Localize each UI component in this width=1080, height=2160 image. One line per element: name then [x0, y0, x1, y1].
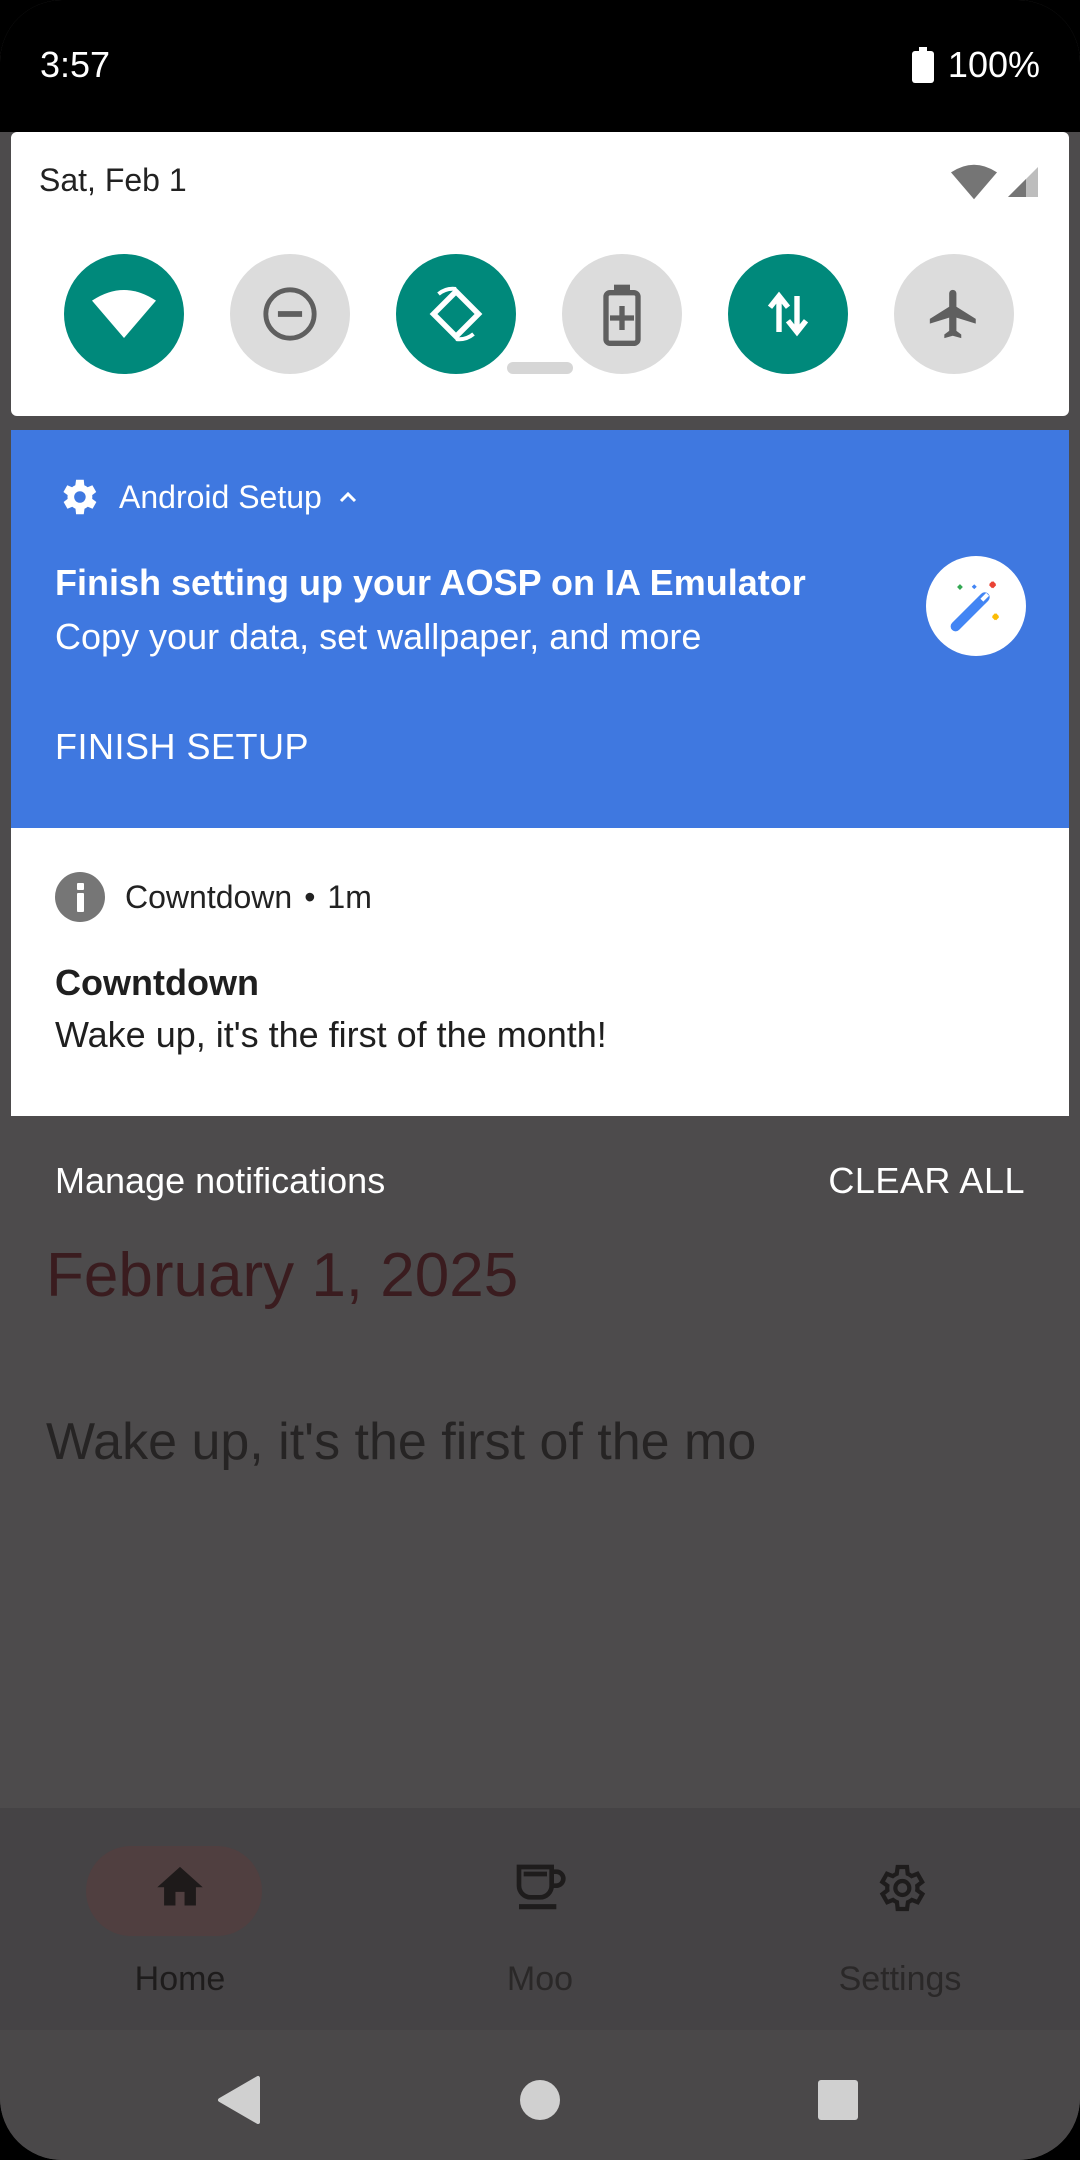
battery-percent: 100%: [947, 44, 1040, 85]
qs-tile-battery-saver[interactable]: [562, 254, 682, 374]
battery-saver-icon: [603, 284, 641, 346]
nav-item-home[interactable]: Home: [0, 1808, 360, 2030]
notification-header: Cowntdown • 1m: [55, 872, 372, 922]
notification-text: Wake up, it's the first of the month!: [55, 1014, 607, 1055]
separator-dot: •: [304, 878, 316, 915]
cell-signal-icon: [1008, 167, 1038, 197]
rotate-icon: [429, 286, 483, 342]
info-icon: [55, 872, 105, 922]
cup-icon: [360, 1860, 720, 1916]
home-button[interactable]: [510, 2070, 570, 2130]
home-icon: [0, 1860, 360, 1910]
notification-header: Android Setup: [55, 474, 360, 520]
notification-app-name: Android Setup: [119, 478, 322, 515]
qs-drag-handle[interactable]: [507, 362, 573, 374]
status-bar: 3:57 100%: [0, 0, 1080, 132]
qs-status-icons: [951, 164, 1041, 200]
airplane-icon: [929, 289, 976, 339]
dnd-icon: [263, 287, 317, 341]
recents-button[interactable]: [808, 2070, 868, 2130]
bottom-navigation: Home Moo Settings: [0, 1808, 1080, 2030]
chevron-up-icon[interactable]: [336, 485, 360, 509]
qs-tile-wifi[interactable]: [64, 254, 184, 374]
clear-all-button[interactable]: CLEAR ALL: [828, 1160, 1025, 1202]
qs-tile-mobile-data[interactable]: [728, 254, 848, 374]
app-message: Wake up, it's the first of the mo: [46, 1413, 757, 1471]
nav-label-moo: Moo: [506, 1960, 574, 1998]
notification-title: Cowntdown: [55, 962, 259, 1003]
wifi-icon: [92, 290, 156, 338]
back-button[interactable]: [210, 2070, 270, 2130]
manage-notifications-button[interactable]: Manage notifications: [55, 1160, 385, 1202]
battery-icon: [911, 47, 934, 83]
notification-android-setup[interactable]: Android Setup Finish setting up your AOS…: [11, 430, 1069, 828]
magic-wand-icon: [926, 556, 1026, 656]
qs-date: Sat, Feb 1: [39, 162, 187, 198]
qs-tile-auto-rotate[interactable]: [396, 254, 516, 374]
gear-icon: [63, 479, 97, 515]
app-date-heading: February 1, 2025: [46, 1241, 519, 1310]
notification-time: 1m: [327, 878, 372, 915]
system-navigation-bar: [0, 2030, 1080, 2160]
gear-icon: [720, 1860, 1080, 1916]
data-transfer-icon: [767, 291, 809, 337]
notification-app-name: Cowntdown: [125, 878, 293, 915]
nav-label-settings: Settings: [838, 1960, 962, 1998]
status-time: 3:57: [40, 44, 111, 85]
finish-setup-button[interactable]: FINISH SETUP: [55, 726, 309, 768]
status-right: 100%: [911, 44, 1040, 86]
notification-text: Copy your data, set wallpaper, and more: [55, 616, 702, 657]
nav-item-moo[interactable]: Moo: [360, 1808, 720, 2030]
wifi-signal-icon: [951, 164, 997, 200]
qs-tile-airplane-mode[interactable]: [894, 254, 1014, 374]
notification-shade-footer: Manage notifications CLEAR ALL: [0, 1160, 1080, 1210]
nav-label-home: Home: [134, 1960, 226, 1998]
notification-cowntdown[interactable]: Cowntdown • 1m Cowntdown Wake up, it's t…: [11, 828, 1069, 1116]
nav-item-settings[interactable]: Settings: [720, 1808, 1080, 2030]
quick-settings-panel: Sat, Feb 1: [11, 132, 1069, 416]
notification-title: Finish setting up your AOSP on IA Emulat…: [55, 562, 806, 603]
screen: February 1, 2025 Wake up, it's the first…: [0, 0, 1080, 2160]
qs-tile-do-not-disturb[interactable]: [230, 254, 350, 374]
